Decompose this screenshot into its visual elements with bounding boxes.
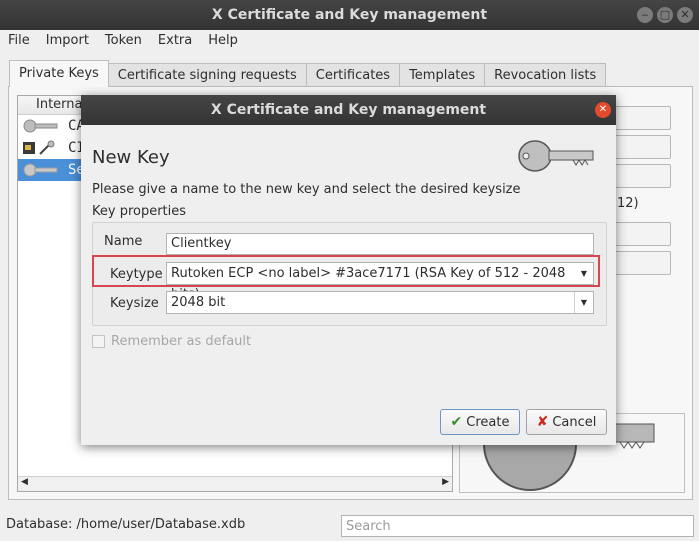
highlight-box bbox=[92, 255, 600, 287]
create-button-label: Create bbox=[466, 414, 510, 430]
window-title: X Certificate and Key management bbox=[211, 7, 488, 23]
window-titlebar: X Certificate and Key management bbox=[0, 0, 699, 30]
remember-default-checkbox[interactable] bbox=[92, 335, 105, 348]
menu-token[interactable]: Token bbox=[97, 30, 150, 52]
keysize-label: Keysize bbox=[110, 296, 159, 311]
dialog-title: X Certificate and Key management bbox=[210, 102, 487, 118]
tab-certificate-signing-requests[interactable]: Certificate signing requests bbox=[107, 63, 307, 87]
close-icon[interactable]: ✕ bbox=[677, 7, 693, 23]
cancel-button[interactable]: ✘ Cancel bbox=[526, 409, 607, 435]
database-path: Database: /home/user/Database.xdb bbox=[6, 517, 246, 532]
close-icon: ✘ bbox=[536, 414, 549, 430]
search-field[interactable] bbox=[341, 515, 694, 537]
horizontal-scrollbar[interactable]: ◀ ▶ bbox=[18, 476, 452, 491]
scroll-right-icon[interactable]: ▶ bbox=[442, 477, 449, 487]
smartcard-key-icon bbox=[23, 140, 55, 155]
menu-extra[interactable]: Extra bbox=[150, 30, 200, 52]
key-icon bbox=[23, 119, 58, 133]
new-key-dialog: X Certificate and Key management ✕ New K… bbox=[81, 95, 616, 445]
tab-certificates[interactable]: Certificates bbox=[305, 63, 401, 87]
menu-import[interactable]: Import bbox=[38, 30, 97, 52]
side-partial-label: 12) bbox=[617, 196, 639, 211]
tab-private-keys[interactable]: Private Keys bbox=[9, 60, 109, 87]
checkmark-icon: ✔ bbox=[450, 414, 463, 430]
search-input[interactable] bbox=[342, 516, 690, 536]
keysize-select[interactable]: 2048 bit ▼ bbox=[166, 291, 594, 314]
scroll-left-icon[interactable]: ◀ bbox=[21, 477, 28, 487]
menu-file[interactable]: File bbox=[0, 30, 38, 52]
name-label: Name bbox=[104, 234, 143, 249]
create-button[interactable]: ✔ Create bbox=[440, 409, 520, 435]
menu-bar: File Import Token Extra Help bbox=[0, 30, 699, 52]
chevron-down-icon[interactable]: ▼ bbox=[574, 292, 593, 313]
menu-help[interactable]: Help bbox=[200, 30, 246, 52]
maximize-icon[interactable]: □ bbox=[657, 7, 673, 23]
key-properties-label: Key properties bbox=[92, 204, 187, 219]
dialog-heading: New Key bbox=[92, 147, 170, 168]
tab-templates[interactable]: Templates bbox=[399, 63, 486, 87]
cancel-button-label: Cancel bbox=[552, 414, 597, 430]
minimize-icon[interactable]: ‒ bbox=[637, 7, 653, 23]
remember-default-label: Remember as default bbox=[111, 334, 252, 349]
remember-default-row[interactable]: Remember as default bbox=[92, 334, 251, 349]
tab-bar: Private Keys Certificate signing request… bbox=[9, 60, 607, 87]
dialog-description: Please give a name to the new key and se… bbox=[92, 182, 521, 197]
tab-revocation-lists[interactable]: Revocation lists bbox=[484, 63, 607, 87]
key-icon bbox=[518, 140, 594, 172]
keysize-value: 2048 bit bbox=[171, 295, 226, 310]
dialog-close-icon[interactable]: ✕ bbox=[595, 102, 611, 118]
key-icon bbox=[23, 163, 58, 177]
dialog-titlebar: X Certificate and Key management bbox=[81, 95, 616, 125]
name-input[interactable]: Clientkey bbox=[166, 233, 594, 255]
